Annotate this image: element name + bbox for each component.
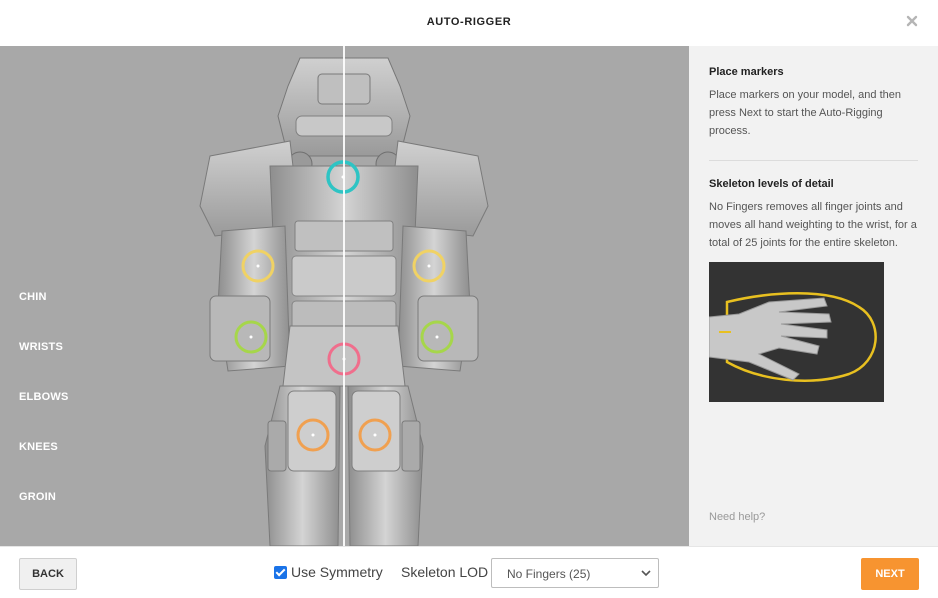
symmetry-line xyxy=(343,46,345,546)
close-icon[interactable] xyxy=(905,14,919,28)
skeleton-lod-heading: Skeleton levels of detail xyxy=(709,178,834,190)
marker-label-knees[interactable]: KNEES xyxy=(19,436,68,486)
model-viewport[interactable]: CHIN WRISTS ELBOWS KNEES GROIN xyxy=(0,46,689,546)
instructions-panel: Place markers Place markers on your mode… xyxy=(689,46,938,546)
skeleton-lod-select[interactable]: No Fingers (25) xyxy=(491,558,659,588)
next-button[interactable]: NEXT xyxy=(861,558,919,590)
back-button[interactable]: BACK xyxy=(19,558,77,590)
skeleton-lod-text: No Fingers removes all finger joints and… xyxy=(709,201,917,249)
use-symmetry-label: Use Symmetry xyxy=(291,564,383,580)
marker-label-chin[interactable]: CHIN xyxy=(19,286,68,336)
dialog-footer: BACK Use Symmetry Skeleton LOD No Finger… xyxy=(0,546,938,598)
use-symmetry-toggle[interactable]: Use Symmetry xyxy=(274,564,383,580)
marker-label-wrists[interactable]: WRISTS xyxy=(19,336,68,386)
chevron-down-icon xyxy=(641,570,651,577)
skeleton-lod-label: Skeleton LOD xyxy=(401,564,489,580)
marker-label-list: CHIN WRISTS ELBOWS KNEES GROIN xyxy=(19,286,68,536)
dialog-title: AUTO-RIGGER xyxy=(426,16,512,28)
marker-label-elbows[interactable]: ELBOWS xyxy=(19,386,68,436)
place-markers-text: Place markers on your model, and then pr… xyxy=(709,89,901,137)
use-symmetry-checkbox[interactable] xyxy=(274,565,287,579)
skeleton-lod-value: No Fingers (25) xyxy=(507,567,591,581)
place-markers-heading: Place markers xyxy=(709,66,784,78)
hand-illustration xyxy=(708,262,884,402)
panel-divider xyxy=(709,160,918,161)
need-help-link[interactable]: Need help? xyxy=(709,511,765,523)
marker-label-groin[interactable]: GROIN xyxy=(19,486,68,536)
dialog-header: AUTO-RIGGER xyxy=(0,0,938,46)
